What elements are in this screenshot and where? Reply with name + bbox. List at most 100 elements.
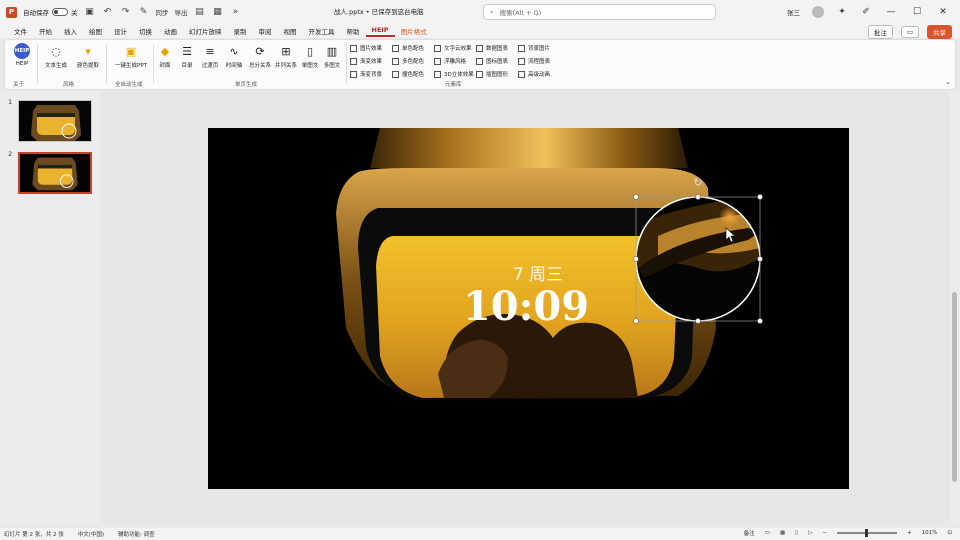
zoom-level[interactable]: 101%	[922, 530, 938, 536]
present-icon[interactable]: ▭	[900, 26, 919, 38]
share-button[interactable]: 共享	[927, 25, 952, 39]
zoom-slider-knob[interactable]	[865, 529, 869, 537]
avatar[interactable]	[812, 6, 824, 18]
document-title[interactable]: 战人.pptx • 已保存到这台电脑	[334, 6, 424, 16]
checkbox-icon[interactable]	[476, 70, 483, 78]
undo-icon[interactable]: ↶	[102, 6, 114, 18]
checkbox-icon[interactable]	[392, 44, 399, 52]
current-slide[interactable]: 7 周三 10:09 ↻	[208, 128, 849, 489]
rotate-handle-icon[interactable]: ↻	[693, 176, 702, 189]
minimize-button[interactable]: —	[884, 7, 898, 17]
user-name[interactable]: 张三	[787, 7, 800, 17]
element-checkbox[interactable]: 渐变背景	[350, 70, 382, 78]
autosave-toggle[interactable]: 自动保存 关	[23, 7, 78, 17]
sync-label[interactable]: 同步	[156, 7, 169, 17]
onekey-ppt-button[interactable]: ▣ 一键生成PPT	[111, 43, 151, 70]
element-checkbox[interactable]: 渐变效果	[350, 57, 382, 65]
checkbox-icon[interactable]	[392, 70, 399, 78]
toc-button[interactable]: ☰ 目录	[175, 43, 199, 70]
tab-7[interactable]: 幻灯片放映	[183, 25, 228, 37]
checkbox-icon[interactable]	[350, 57, 357, 65]
more-icon[interactable]: »	[230, 6, 242, 18]
color-extract-button[interactable]: ▾ 颜色提取	[73, 43, 103, 70]
text-gen-button[interactable]: ◌ 文本生成	[41, 43, 71, 70]
tab-5[interactable]: 切换	[133, 25, 158, 37]
slide-thumbnail-1[interactable]	[18, 100, 92, 142]
export-label[interactable]: 导出	[175, 7, 188, 17]
checkbox-icon[interactable]	[476, 57, 483, 65]
tab-0[interactable]: 文件	[8, 25, 33, 37]
tab-9[interactable]: 审阅	[253, 25, 278, 37]
element-checkbox[interactable]: 浮雕风格	[434, 57, 466, 65]
checkbox-icon[interactable]	[392, 57, 399, 65]
reading-view-icon[interactable]: ▯	[795, 530, 798, 536]
pen-icon[interactable]: ✎	[138, 6, 150, 18]
tab-12[interactable]: 帮助	[341, 25, 366, 37]
slide-canvas[interactable]: 7 周三 10:09 ↻	[100, 92, 950, 522]
element-checkbox[interactable]: 插图图形	[476, 70, 508, 78]
close-button[interactable]: ✕	[936, 7, 950, 17]
transition-button[interactable]: ≡ 过渡页	[197, 43, 223, 70]
notes-button[interactable]: 备注	[744, 529, 755, 537]
checkbox-icon[interactable]	[434, 70, 441, 78]
element-checkbox[interactable]: 多色配色	[392, 57, 424, 65]
timeline-button[interactable]: ∿ 时间轴	[221, 43, 247, 70]
checkbox-icon[interactable]	[476, 44, 483, 52]
tab-1[interactable]: 开始	[33, 25, 58, 37]
element-checkbox[interactable]: 高级动画	[518, 70, 550, 78]
zoom-out-icon[interactable]: −	[822, 530, 827, 536]
chevron-down-icon[interactable]: ⌄	[945, 78, 951, 86]
element-checkbox[interactable]: 图标图表	[476, 57, 508, 65]
checkbox-icon[interactable]	[434, 57, 441, 65]
element-checkbox[interactable]: 文字云效果	[434, 44, 472, 52]
element-checkbox[interactable]: 背景图片	[518, 44, 550, 52]
language[interactable]: 中文(中国)	[78, 530, 104, 538]
element-checkbox[interactable]: 撞色配色	[392, 70, 424, 78]
scrollbar-thumb[interactable]	[952, 292, 957, 482]
sorter-view-icon[interactable]: ▦	[780, 530, 785, 536]
checkbox-icon[interactable]	[434, 44, 441, 52]
cover-button[interactable]: ◆ 封面	[153, 43, 177, 70]
help-button[interactable]: HEIP HEIP	[7, 43, 37, 67]
zoom-slider[interactable]	[837, 529, 898, 537]
element-checkbox[interactable]: 数据图表	[476, 44, 508, 52]
checkbox-icon[interactable]	[518, 44, 525, 52]
maximize-button[interactable]: ☐	[910, 7, 924, 17]
comments-button[interactable]: 批注	[867, 25, 893, 39]
tab-8[interactable]: 录制	[228, 25, 253, 37]
checkbox-icon[interactable]	[350, 70, 357, 78]
toggle-switch-icon[interactable]	[52, 8, 68, 16]
element-checkbox[interactable]: 单色配色	[392, 44, 424, 52]
zoom-in-icon[interactable]: +	[907, 530, 912, 536]
normal-view-icon[interactable]: ▭	[765, 530, 770, 536]
vertical-scrollbar[interactable]	[950, 92, 960, 522]
save-icon[interactable]: ▣	[84, 6, 96, 18]
checkbox-icon[interactable]	[518, 57, 525, 65]
element-checkbox-label: 撞色配色	[402, 72, 425, 78]
watch-image[interactable]: 7 周三 10:09 ↻	[208, 128, 849, 489]
multi-image-button[interactable]: ▥ 多图文	[319, 43, 345, 70]
redo-icon[interactable]: ↷	[120, 6, 132, 18]
slideshow-icon[interactable]: ▷	[808, 530, 812, 536]
checkbox-icon[interactable]	[518, 70, 525, 78]
element-checkbox[interactable]: 图片效果	[350, 44, 382, 52]
tab-3[interactable]: 绘图	[83, 25, 108, 37]
tab-2[interactable]: 插入	[58, 25, 83, 37]
lightbulb-icon[interactable]: ✦	[836, 6, 848, 18]
checkbox-icon[interactable]	[350, 44, 357, 52]
fit-slide-icon[interactable]: ⊡	[947, 530, 952, 536]
image-icon[interactable]: ▤	[194, 6, 206, 18]
tab-14[interactable]: 图片格式	[395, 25, 433, 37]
element-checkbox[interactable]: 3D立体效果	[434, 70, 474, 78]
pen-sign-icon[interactable]: ✐	[860, 6, 872, 18]
search-input[interactable]: ⌕ 搜索(Alt + Q)	[483, 4, 716, 20]
table-icon[interactable]: ▦	[212, 6, 224, 18]
tab-4[interactable]: 设计	[108, 25, 133, 37]
tab-10[interactable]: 视图	[278, 25, 303, 37]
element-checkbox[interactable]: 流程图表	[518, 57, 550, 65]
accessibility-status[interactable]: 辅助功能: 调查	[118, 530, 155, 538]
slide-thumbnail-2[interactable]	[18, 152, 92, 194]
tab-11[interactable]: 开发工具	[303, 25, 341, 37]
tab-6[interactable]: 动画	[158, 25, 183, 37]
tab-13[interactable]: HEIP	[365, 25, 395, 37]
